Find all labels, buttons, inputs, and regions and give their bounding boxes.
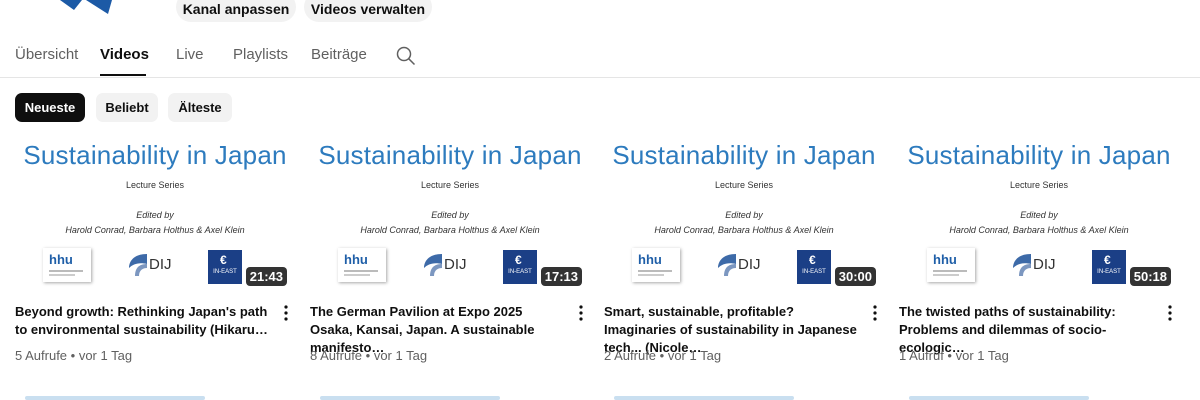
more-vertical-icon[interactable]: [1163, 304, 1177, 322]
manage-videos-button[interactable]: Videos verwalten: [304, 0, 432, 22]
dij-logo: DIJ: [1011, 252, 1063, 280]
tab-playlists[interactable]: Playlists: [233, 46, 288, 63]
duration-badge: 21:43: [245, 267, 287, 286]
filter-oldest-chip[interactable]: Älteste: [168, 93, 232, 122]
thumbnail-editors: Harold Conrad, Barbara Holthus & Axel Kl…: [949, 225, 1129, 235]
thumbnail-edited-by: Edited by: [1020, 210, 1058, 220]
thumbnail-edited-by: Edited by: [725, 210, 763, 220]
video-card[interactable]: Sustainability in Japan Lecture Series E…: [15, 130, 295, 363]
thumbnail-title: Sustainability in Japan: [318, 140, 582, 170]
channel-tabs: Übersicht Videos Live Playlists Beiträge: [0, 38, 1200, 78]
video-thumbnail[interactable]: Sustainability in Japan Lecture Series E…: [15, 130, 295, 290]
hhu-logo: hhu: [927, 248, 975, 282]
video-card[interactable]: Sustainability in Japan Lecture Series E…: [310, 130, 590, 363]
dij-logo: DIJ: [127, 252, 179, 280]
thumbnail-title: Sustainability in Japan: [612, 140, 876, 170]
thumbnail-subtitle: Lecture Series: [1009, 180, 1069, 190]
thumbnail-editors: Harold Conrad, Barbara Holthus & Axel Kl…: [65, 225, 245, 235]
thumbnail-subtitle: Lecture Series: [125, 180, 185, 190]
hhu-logo: hhu: [43, 248, 91, 282]
search-icon[interactable]: [396, 46, 416, 66]
video-thumbnail[interactable]: Sustainability in Japan Lecture Series E…: [604, 130, 884, 290]
video-stats: 8 Aufrufe • vor 1 Tag: [310, 348, 428, 363]
duration-badge: 50:18: [1129, 267, 1171, 286]
in-east-logo: € IN-EAST: [1092, 250, 1126, 284]
dij-logo: DIJ: [716, 252, 768, 280]
next-row-thumbnail[interactable]: [15, 392, 295, 400]
thumbnail-title: Sustainability in Japan: [23, 140, 287, 170]
thumbnail-editors: Harold Conrad, Barbara Holthus & Axel Kl…: [360, 225, 540, 235]
more-vertical-icon[interactable]: [868, 304, 882, 322]
in-east-logo: € IN-EAST: [503, 250, 537, 284]
filter-popular-chip[interactable]: Beliebt: [96, 93, 158, 122]
tab-posts[interactable]: Beiträge: [311, 46, 367, 63]
active-tab-indicator: [100, 74, 146, 76]
customize-channel-button[interactable]: Kanal anpassen: [176, 0, 296, 22]
tab-videos[interactable]: Videos: [100, 46, 149, 63]
video-stats: 1 Aufruf • vor 1 Tag: [899, 348, 1009, 363]
video-thumbnail[interactable]: Sustainability in Japan Lecture Series E…: [899, 130, 1179, 290]
in-east-logo: € IN-EAST: [208, 250, 242, 284]
more-vertical-icon[interactable]: [279, 304, 293, 322]
more-vertical-icon[interactable]: [574, 304, 588, 322]
next-row-thumbnail[interactable]: [604, 392, 884, 400]
channel-videos-page: Kanal anpassen Videos verwalten Übersich…: [0, 0, 1200, 400]
tab-live[interactable]: Live: [176, 46, 204, 63]
thumbnail-edited-by: Edited by: [136, 210, 174, 220]
video-card[interactable]: Sustainability in Japan Lecture Series E…: [604, 130, 884, 363]
video-thumbnail[interactable]: Sustainability in Japan Lecture Series E…: [310, 130, 590, 290]
channel-logo[interactable]: [60, 0, 120, 14]
hhu-logo: hhu: [338, 248, 386, 282]
thumbnail-editors: Harold Conrad, Barbara Holthus & Axel Kl…: [654, 225, 834, 235]
video-stats: 5 Aufrufe • vor 1 Tag: [15, 348, 133, 363]
thumbnail-title: Sustainability in Japan: [907, 140, 1171, 170]
filter-newest-chip[interactable]: Neueste: [15, 93, 85, 122]
video-title[interactable]: Beyond growth: Rethinking Japan's path t…: [15, 303, 273, 339]
video-card[interactable]: Sustainability in Japan Lecture Series E…: [899, 130, 1179, 363]
next-row-thumbnail[interactable]: [899, 392, 1179, 400]
dij-logo: DIJ: [422, 252, 474, 280]
thumbnail-edited-by: Edited by: [431, 210, 469, 220]
video-stats: 2 Aufrufe • vor 1 Tag: [604, 348, 722, 363]
thumbnail-subtitle: Lecture Series: [420, 180, 480, 190]
duration-badge: 30:00: [834, 267, 876, 286]
tab-overview[interactable]: Übersicht: [15, 46, 78, 63]
in-east-logo: € IN-EAST: [797, 250, 831, 284]
next-row-thumbnail[interactable]: [310, 392, 590, 400]
thumbnail-subtitle: Lecture Series: [714, 180, 774, 190]
hhu-logo: hhu: [632, 248, 680, 282]
duration-badge: 17:13: [540, 267, 582, 286]
